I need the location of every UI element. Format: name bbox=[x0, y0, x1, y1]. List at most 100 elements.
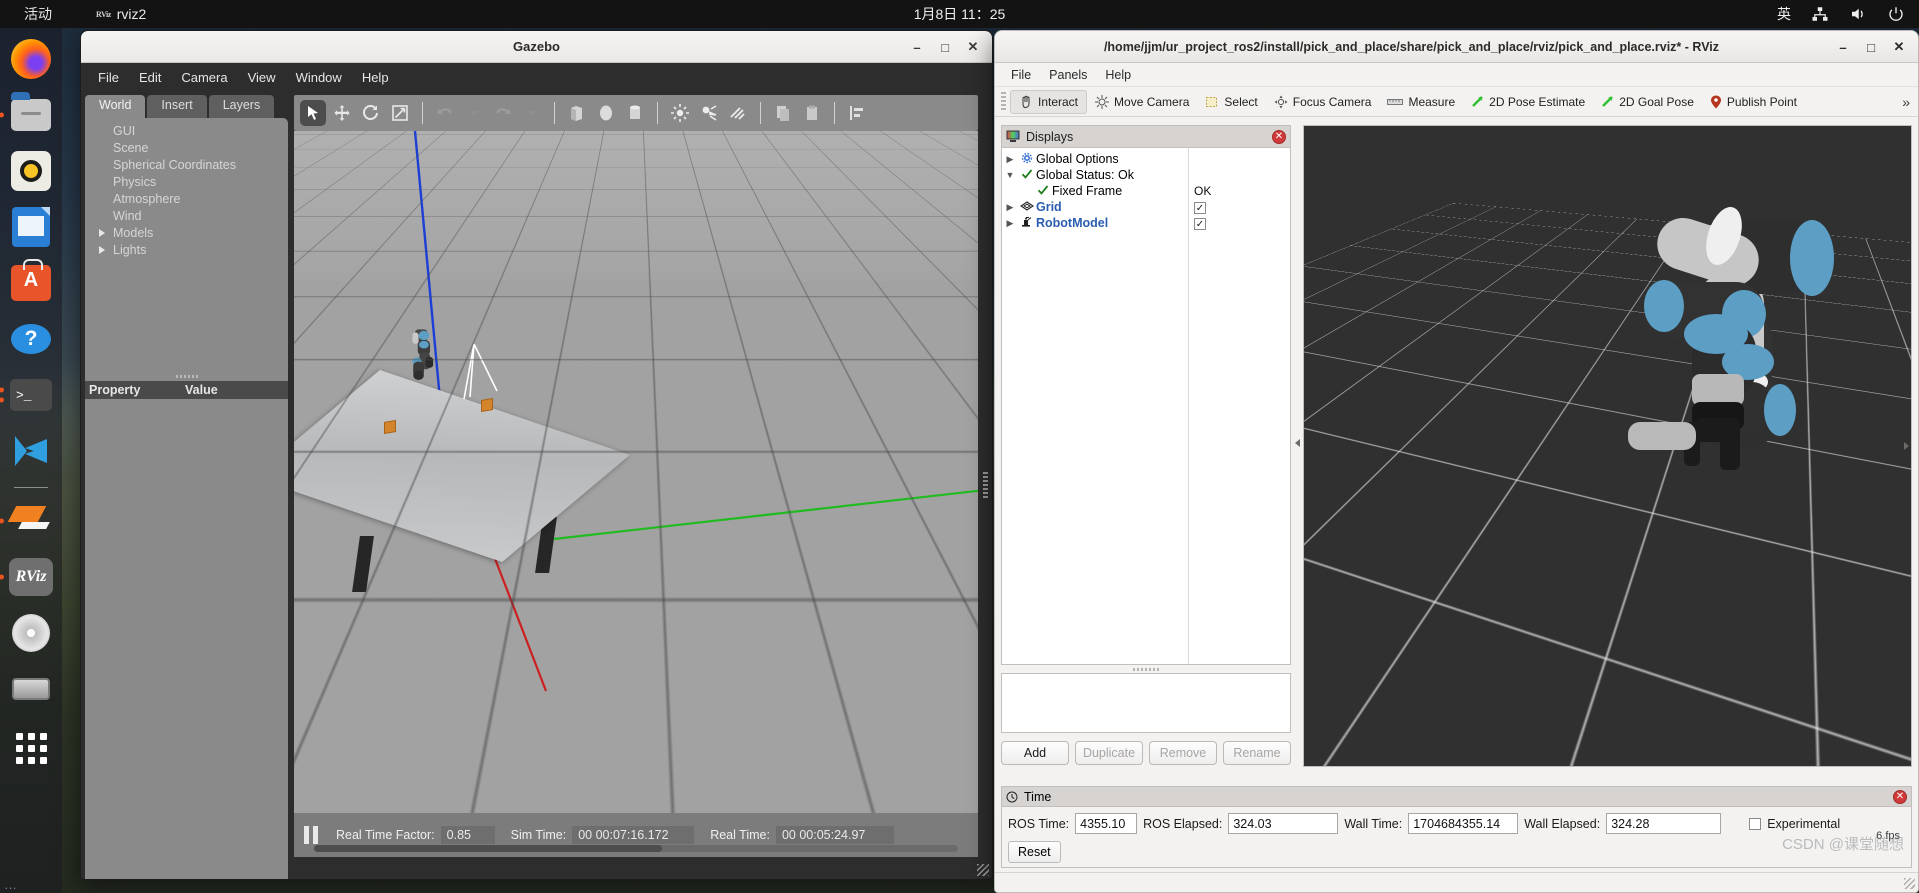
close-icon[interactable]: ✕ bbox=[1272, 129, 1286, 144]
network-icon[interactable] bbox=[1811, 5, 1829, 23]
display-item-global-options[interactable]: ▶ Global Options bbox=[1002, 151, 1290, 167]
close-button[interactable]: ✕ bbox=[1886, 35, 1912, 59]
insert-sphere-button[interactable] bbox=[593, 100, 619, 126]
menu-help[interactable]: Help bbox=[353, 66, 398, 89]
ros-time-input[interactable]: 4355.10 bbox=[1075, 813, 1138, 834]
displays-tree[interactable]: ▶ Global Options ▼ Global Status: Ok Fix… bbox=[1001, 147, 1291, 665]
displays-buttons[interactable]: Add Duplicate Remove Rename bbox=[1001, 733, 1291, 767]
power-icon[interactable] bbox=[1887, 5, 1905, 23]
gazebo-resize-handle[interactable] bbox=[977, 864, 989, 876]
dock-item-software[interactable] bbox=[8, 259, 54, 306]
minimize-button[interactable]: – bbox=[1830, 35, 1856, 59]
redo-button[interactable] bbox=[490, 100, 516, 126]
paste-button[interactable] bbox=[799, 100, 825, 126]
rviz-toolbar[interactable]: Interact Move Camera Select Focus Camera… bbox=[995, 87, 1918, 117]
dock-item-trash[interactable] bbox=[8, 666, 54, 712]
tool-2d-goal-pose[interactable]: 2D Goal Pose bbox=[1593, 91, 1702, 113]
tree-item-scene[interactable]: Scene bbox=[85, 139, 288, 156]
close-button[interactable]: ✕ bbox=[960, 35, 986, 59]
dock-item-files[interactable] bbox=[0, 92, 54, 138]
chevron-right-icon[interactable]: ▶ bbox=[1002, 218, 1018, 229]
experimental-toggle[interactable]: Experimental bbox=[1749, 817, 1840, 831]
rviz-window[interactable]: /home/jjm/ur_project_ros2/install/pick_a… bbox=[994, 30, 1919, 893]
gazebo-menubar[interactable]: File Edit Camera View Window Help bbox=[81, 63, 992, 91]
dock-item-terminal[interactable]: >_ bbox=[0, 372, 54, 418]
menu-edit[interactable]: Edit bbox=[130, 66, 170, 89]
rviz-titlebar[interactable]: /home/jjm/ur_project_ros2/install/pick_a… bbox=[995, 31, 1918, 63]
dock-item-writer[interactable] bbox=[8, 204, 54, 250]
reset-button[interactable]: Reset bbox=[1008, 841, 1061, 863]
rviz-window-controls[interactable]: – □ ✕ bbox=[1830, 31, 1912, 63]
chevron-right-icon[interactable] bbox=[99, 229, 105, 237]
display-item-global-status[interactable]: ▼ Global Status: Ok bbox=[1002, 167, 1290, 183]
tool-interact[interactable]: Interact bbox=[1010, 89, 1088, 114]
ime-indicator[interactable]: 英 bbox=[1777, 4, 1791, 24]
chevron-right-icon[interactable] bbox=[99, 246, 105, 254]
volume-icon[interactable] bbox=[1849, 5, 1867, 23]
dock-item-rhythmbox[interactable] bbox=[8, 148, 54, 194]
rviz-menubar[interactable]: File Panels Help bbox=[995, 63, 1918, 87]
display-item-robotmodel[interactable]: ▶ RobotModel ✓ bbox=[1002, 215, 1290, 231]
tool-publish-point[interactable]: Publish Point bbox=[1702, 91, 1805, 113]
rotate-tool-button[interactable] bbox=[358, 100, 384, 126]
insert-box-button[interactable] bbox=[564, 100, 590, 126]
tree-item-lights[interactable]: Lights bbox=[85, 241, 288, 258]
checkbox-unchecked-icon[interactable] bbox=[1749, 817, 1762, 830]
ros-elapsed-input[interactable]: 324.03 bbox=[1228, 813, 1339, 834]
tool-2d-pose-estimate[interactable]: 2D Pose Estimate bbox=[1463, 91, 1593, 113]
insert-cylinder-button[interactable] bbox=[622, 100, 648, 126]
tool-focus-camera[interactable]: Focus Camera bbox=[1266, 91, 1380, 113]
display-item-fixed-frame[interactable]: Fixed Frame OK bbox=[1002, 183, 1290, 199]
tree-item-models[interactable]: Models bbox=[85, 224, 288, 241]
gazebo-toolbar[interactable] bbox=[294, 95, 978, 131]
tree-item-spherical-coordinates[interactable]: Spherical Coordinates bbox=[85, 156, 288, 173]
rviz-3d-viewport[interactable] bbox=[1303, 125, 1912, 767]
dock-item-firefox[interactable] bbox=[8, 36, 54, 82]
maximize-button[interactable]: □ bbox=[932, 35, 958, 59]
dock-item-help[interactable]: ? bbox=[8, 316, 54, 362]
tool-measure[interactable]: Measure bbox=[1379, 91, 1463, 113]
wall-elapsed-input[interactable]: 324.28 bbox=[1606, 813, 1722, 834]
gazebo-right-grip[interactable] bbox=[983, 472, 988, 498]
directional-light-button[interactable] bbox=[725, 100, 751, 126]
activities-button[interactable]: 活动 bbox=[24, 4, 52, 24]
redo-dropdown-button[interactable] bbox=[519, 100, 545, 126]
dock-item-rviz[interactable]: RViz bbox=[0, 554, 54, 600]
panel-splitter[interactable] bbox=[85, 372, 288, 381]
gazebo-panel-tabs[interactable]: World Insert Layers bbox=[85, 95, 288, 118]
pause-button[interactable] bbox=[304, 826, 320, 844]
clock[interactable]: 1月8日 11：25 bbox=[914, 4, 1006, 24]
copy-button[interactable] bbox=[770, 100, 796, 126]
gazebo-3d-viewport[interactable] bbox=[294, 131, 978, 813]
display-item-checkbox[interactable]: ✓ bbox=[1188, 200, 1206, 215]
translate-tool-button[interactable] bbox=[329, 100, 355, 126]
close-icon[interactable]: ✕ bbox=[1893, 789, 1907, 804]
menu-help[interactable]: Help bbox=[1097, 66, 1139, 84]
tab-world[interactable]: World bbox=[85, 95, 146, 118]
checkbox-checked-icon[interactable]: ✓ bbox=[1194, 202, 1206, 215]
undo-button[interactable] bbox=[432, 100, 458, 126]
tool-move-camera[interactable]: Move Camera bbox=[1087, 91, 1197, 113]
rviz-view-right-grip[interactable] bbox=[1904, 442, 1909, 450]
menu-file[interactable]: File bbox=[1003, 66, 1039, 84]
displays-splitter[interactable] bbox=[1001, 665, 1291, 673]
align-button[interactable] bbox=[844, 100, 870, 126]
tree-item-gui[interactable]: GUI bbox=[85, 122, 288, 139]
dock-item-vscode[interactable] bbox=[8, 428, 54, 474]
menu-file[interactable]: File bbox=[89, 66, 128, 89]
dock-item-gazebo[interactable] bbox=[0, 498, 54, 544]
active-app-indicator[interactable]: RViz rviz2 bbox=[96, 6, 146, 22]
minimize-button[interactable]: – bbox=[904, 35, 930, 59]
tree-item-wind[interactable]: Wind bbox=[85, 207, 288, 224]
spot-light-button[interactable] bbox=[696, 100, 722, 126]
select-tool-button[interactable] bbox=[300, 100, 326, 126]
point-light-button[interactable] bbox=[667, 100, 693, 126]
menu-panels[interactable]: Panels bbox=[1041, 66, 1095, 84]
gazebo-window[interactable]: Gazebo – □ ✕ File Edit Camera View Windo… bbox=[80, 30, 993, 880]
tool-select[interactable]: Select bbox=[1197, 91, 1265, 113]
chevron-down-icon[interactable]: ▼ bbox=[1002, 170, 1018, 180]
scale-tool-button[interactable] bbox=[387, 100, 413, 126]
tree-item-atmosphere[interactable]: Atmosphere bbox=[85, 190, 288, 207]
add-button[interactable]: Add bbox=[1001, 741, 1069, 765]
menu-view[interactable]: View bbox=[239, 66, 285, 89]
